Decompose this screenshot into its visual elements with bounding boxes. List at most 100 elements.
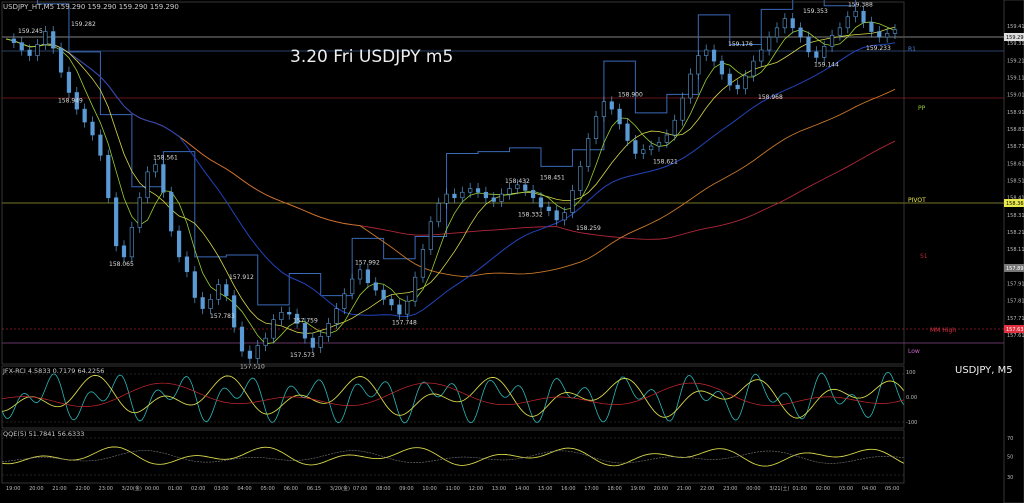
candle-body [774,27,780,38]
candle-body [696,55,701,75]
candle-body [381,289,386,300]
candle-body [814,51,819,58]
x-tick-label: 03:00 [214,486,228,492]
qqe-tick-label: 30 [1007,475,1013,481]
candle-body [224,284,229,296]
candle-body [405,300,410,315]
candle-body [357,269,363,280]
candle-body [475,188,481,193]
x-tick-label: 11:00 [446,486,460,492]
candle-body [428,221,433,250]
candle-body [570,190,575,213]
y-tick-label: 159.41 [1007,24,1024,30]
x-tick-label: 3/20(金) [122,485,142,492]
price-label: 158.900 [618,92,643,99]
x-tick-label: 3/20(金) [330,485,350,492]
price-label: 159.176 [728,41,753,48]
candle-body [633,140,638,154]
price-label: 158.949 [58,98,83,105]
x-tick-label: 02:00 [191,486,205,492]
x-tick-label: 22:00 [75,486,89,492]
price-marker-label: 159.29 [1006,35,1024,41]
rci-header: JFX-RCI 4.5833 0.7179 64.2256 [2,367,104,375]
candle-body [176,230,182,258]
y-tick-label: 159.31 [1007,41,1024,47]
x-tick-label: 02:00 [816,486,830,492]
candle-body [822,46,827,58]
candle-body [767,36,772,51]
y-tick-label: 158.91 [1007,110,1024,116]
x-tick-label: 01:00 [792,486,806,492]
price-label: 159.353 [803,8,828,15]
candle-body [66,71,72,93]
candle-body [601,101,607,117]
candle-body [649,145,654,151]
x-tick-label: 17:00 [584,486,598,492]
x-tick-label: 16:00 [561,486,575,492]
x-tick-label: 05:00 [260,486,274,492]
candle-body [397,304,402,315]
candle-body [759,49,764,62]
rci-tick-label: 100 [906,370,916,376]
x-tick-label: 06:00 [284,486,298,492]
price-label: 159.282 [71,21,96,28]
x-tick-label: 22:00 [700,486,714,492]
y-tick-label: 158.31 [1007,213,1024,219]
candle-body [499,193,504,202]
price-label: 158.561 [153,154,178,161]
candle-body [43,31,48,45]
step-band-line [36,0,857,306]
candle-body [208,299,213,309]
symbol-header: USDJPY_HT,M5 159.290 159.290 159.290 159… [3,3,179,11]
candle-body [106,154,111,199]
candle-body [782,18,787,29]
candle-body [82,108,87,123]
chart-canvas: 159.245 159.282 158.949 158.561 158.065 157.9… [1,0,1024,503]
x-tick-label: 05:00 [885,486,899,492]
candle-body [531,190,536,199]
candle-body [515,184,520,189]
candle-body [680,97,685,121]
candle-body [200,297,205,309]
y-tick-label: 158.51 [1007,179,1024,185]
x-tick-label: 15:00 [538,486,552,492]
candle-body [562,212,567,221]
candle-body [491,197,496,202]
candle-body [129,227,134,258]
y-tick-label: 158.21 [1007,230,1024,236]
x-tick-label: 07:00 [353,486,367,492]
candle-body [35,44,40,56]
candle-body [11,38,16,43]
candle-body [58,47,64,73]
candle-body [523,184,528,191]
candle-body [145,171,150,199]
candle-body [861,10,866,23]
x-tick-label: 19:00 [6,486,20,492]
candle-body [350,278,355,295]
price-label: 158.968 [758,94,783,101]
price-marker-label: 157.63 [1006,327,1024,333]
candle-body [554,210,559,221]
price-label: 159.144 [814,62,839,69]
price-label: 158.332 [518,212,543,219]
candle-body [310,337,315,348]
ma-yellow [5,26,896,334]
candle-body [727,73,732,86]
candle-body [593,116,599,139]
candle-body [98,134,103,156]
y-tick-label: 159.01 [1007,93,1024,99]
candle-body [169,191,174,232]
candle-body [853,10,858,18]
candle-body [546,206,551,212]
candle-body [656,142,662,147]
y-tick-label: 158.61 [1007,161,1024,167]
x-tick-label: 00:00 [746,486,760,492]
price-label: 157.759 [293,317,318,324]
y-tick-label: 157.71 [1007,316,1024,322]
y-tick-label: 158.11 [1007,247,1024,253]
rci-fast-line [1,371,905,424]
qqe-signal-line [1,450,905,464]
qqe-line [1,446,905,467]
level-pivot: PIVOT [908,197,926,204]
candle-body [468,188,473,193]
